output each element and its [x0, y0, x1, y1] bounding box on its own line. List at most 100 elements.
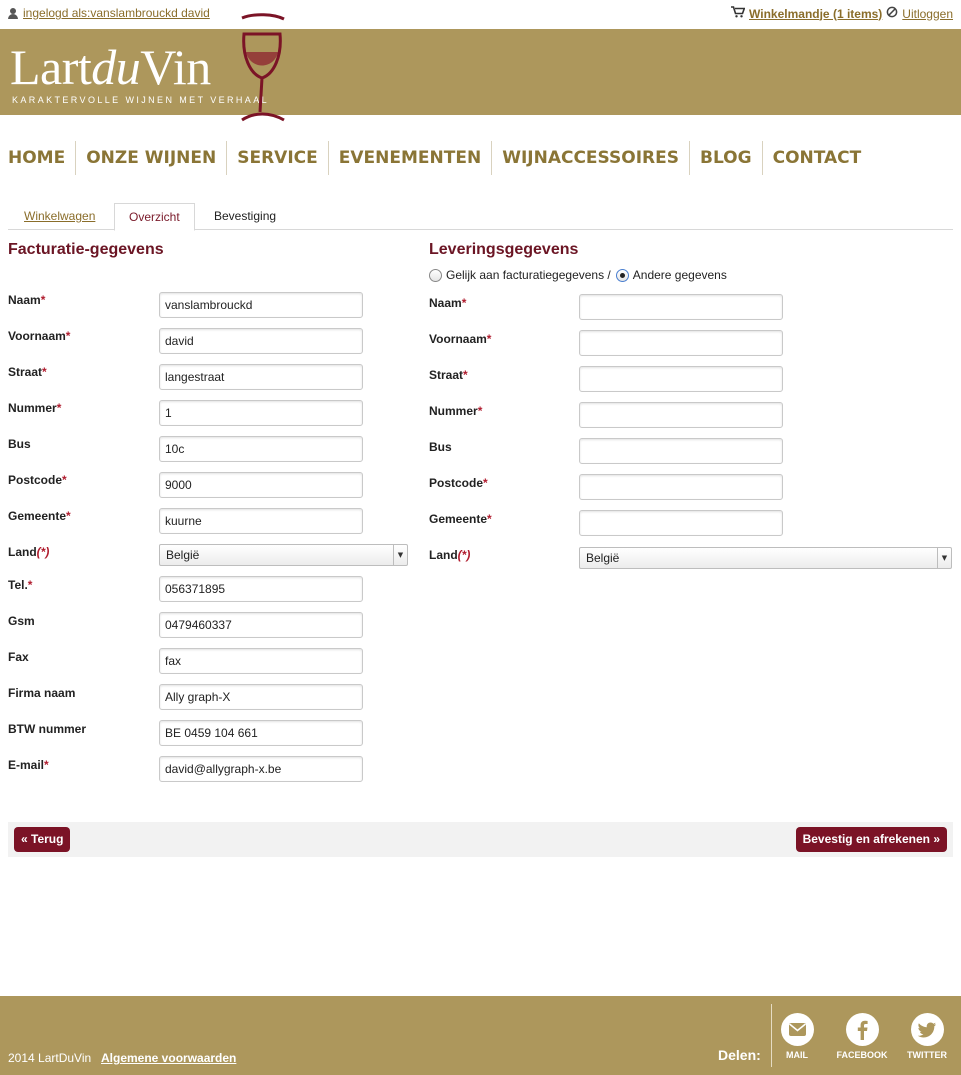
delivery-straat-label-text: Straat [429, 368, 464, 382]
delivery-land-value: België [586, 551, 620, 565]
delivery-bus-label: Bus [429, 440, 452, 454]
wine-glass-logo-icon [241, 13, 285, 122]
dropdown-arrow-icon: ▼ [937, 548, 951, 568]
share-facebook-button[interactable]: FACEBOOK [832, 1013, 892, 1060]
billing-postcode-label-text: Postcode [8, 473, 63, 487]
billing-nummer-field[interactable] [159, 400, 363, 426]
required-marker: * [483, 476, 488, 490]
delivery-land-select[interactable]: België ▼ [579, 547, 952, 569]
logout-link[interactable]: Uitloggen [902, 7, 953, 21]
billing-tel-field[interactable] [159, 576, 363, 602]
nav-contact[interactable]: CONTACT [761, 141, 872, 175]
billing-fax-field[interactable] [159, 648, 363, 674]
nav-service[interactable]: SERVICE [226, 141, 328, 175]
confirm-and-pay-button[interactable]: Bevestig en afrekenen » [795, 827, 947, 852]
billing-gemeente-label: Gemeente* [8, 509, 71, 523]
radio-same-as-billing[interactable] [429, 268, 442, 282]
delivery-naam-field[interactable] [579, 294, 783, 320]
required-marker: (*) [457, 548, 471, 562]
billing-tel-label: Tel.* [8, 578, 32, 592]
delivery-nummer-label: Nummer* [429, 404, 482, 418]
radio-same-as-billing-label[interactable]: Gelijk aan facturatiegegevens / [446, 268, 611, 282]
delivery-nummer-label-text: Nummer [429, 404, 478, 418]
cart-link[interactable]: Winkelmandje (1 items) [749, 7, 882, 21]
billing-land-value: België [166, 548, 200, 562]
billing-naam-field[interactable] [159, 292, 363, 318]
required-marker: * [62, 473, 67, 487]
checkout-tabs: Winkelwagen Overzicht Bevestiging [8, 203, 953, 231]
share-label: Delen: [718, 1047, 761, 1063]
billing-btw-field[interactable] [159, 720, 363, 746]
top-bar: ingelogd als:vanslambrouckd david Winkel… [0, 0, 961, 28]
billing-firma-field[interactable] [159, 684, 363, 710]
required-marker: * [65, 329, 71, 343]
user-icon [8, 7, 18, 19]
radio-other-address[interactable] [615, 268, 629, 282]
delivery-title: Leveringsgegevens [429, 241, 579, 258]
billing-fax-label: Fax [8, 650, 29, 664]
billing-email-label-text: E-mail [8, 758, 45, 772]
share-mail-button[interactable]: MAIL [767, 1013, 827, 1060]
delivery-voornaam-label: Voornaam* [429, 332, 491, 346]
delivery-straat-field[interactable] [579, 366, 783, 392]
nav-blog[interactable]: BLOG [689, 141, 762, 175]
required-marker: * [40, 293, 46, 307]
tab-winkelwagen[interactable]: Winkelwagen [10, 203, 109, 230]
delivery-gemeente-field[interactable] [579, 510, 783, 536]
share-twitter-button[interactable]: TWITTER [897, 1013, 957, 1060]
delivery-voornaam-label-text: Voornaam [429, 332, 487, 346]
delivery-postcode-label: Postcode* [429, 476, 488, 490]
mail-icon [780, 1013, 814, 1046]
delivery-postcode-field[interactable] [579, 474, 783, 500]
billing-gsm-label: Gsm [8, 614, 35, 628]
site-footer: 2014 LartDuVin Algemene voorwaarden Dele… [0, 996, 961, 1075]
cart-area: Winkelmandje (1 items) Uitloggen [731, 6, 953, 21]
billing-straat-field[interactable] [159, 364, 363, 390]
billing-straat-label: Straat* [8, 365, 47, 379]
tab-overzicht[interactable]: Overzicht [114, 203, 195, 231]
billing-gemeente-label-text: Gemeente [8, 509, 67, 523]
nav-onze-wijnen[interactable]: ONZE WIJNEN [75, 141, 226, 175]
facebook-icon [845, 1013, 879, 1046]
billing-gemeente-field[interactable] [159, 508, 363, 534]
billing-gsm-field[interactable] [159, 612, 363, 638]
delivery-nummer-field[interactable] [579, 402, 783, 428]
radio-other-address-label[interactable]: Andere gegevens [633, 268, 727, 282]
logged-in-user-label[interactable]: ingelogd als:vanslambrouckd david [23, 6, 210, 20]
billing-email-field[interactable] [159, 756, 363, 782]
logo-text-3: Vin [140, 39, 211, 95]
billing-firma-label: Firma naam [8, 686, 76, 700]
billing-bus-field[interactable] [159, 436, 363, 462]
required-marker: * [56, 401, 62, 415]
nav-wijnaccessoires[interactable]: WIJNACCESSOIRES [491, 141, 689, 175]
billing-postcode-label: Postcode* [8, 473, 67, 487]
billing-postcode-field[interactable] [159, 472, 363, 498]
site-logo[interactable]: LartduVin [10, 39, 211, 95]
billing-title: Facturatie-gegevens [8, 241, 164, 258]
required-marker: * [42, 365, 47, 379]
delivery-land-label-text: Land [429, 548, 458, 562]
delivery-option-group: Gelijk aan facturatiegegevens / Andere g… [429, 268, 727, 282]
cart-icon [731, 6, 746, 21]
checkout-button-bar: « Terug Bevestig en afrekenen » [8, 822, 953, 857]
copyright-text: 2014 LartDuVin [8, 1051, 92, 1065]
billing-voornaam-label: Voornaam* [8, 329, 70, 343]
logo-tagline: KARAKTERVOLLE WIJNEN MET VERHAAL [12, 95, 270, 105]
billing-nummer-label-text: Nummer [8, 401, 57, 415]
required-marker: * [461, 296, 467, 310]
terms-link[interactable]: Algemene voorwaarden [101, 1051, 236, 1065]
share-twitter-label: TWITTER [907, 1050, 947, 1060]
delivery-bus-field[interactable] [579, 438, 783, 464]
twitter-icon [910, 1013, 944, 1046]
delivery-land-label: Land(*) [429, 548, 470, 562]
nav-evenementen[interactable]: EVENEMENTEN [327, 141, 491, 175]
nav-home[interactable]: HOME [0, 141, 75, 175]
back-button[interactable]: « Terug [14, 827, 71, 852]
delivery-voornaam-field[interactable] [579, 330, 783, 356]
required-marker: * [27, 578, 33, 592]
billing-land-select[interactable]: België ▼ [159, 544, 408, 566]
billing-email-label: E-mail* [8, 758, 49, 772]
logged-in-user-link[interactable]: ingelogd als:vanslambrouckd david [8, 6, 210, 20]
billing-voornaam-field[interactable] [159, 328, 363, 354]
logo-text-1: Lart [10, 39, 92, 95]
